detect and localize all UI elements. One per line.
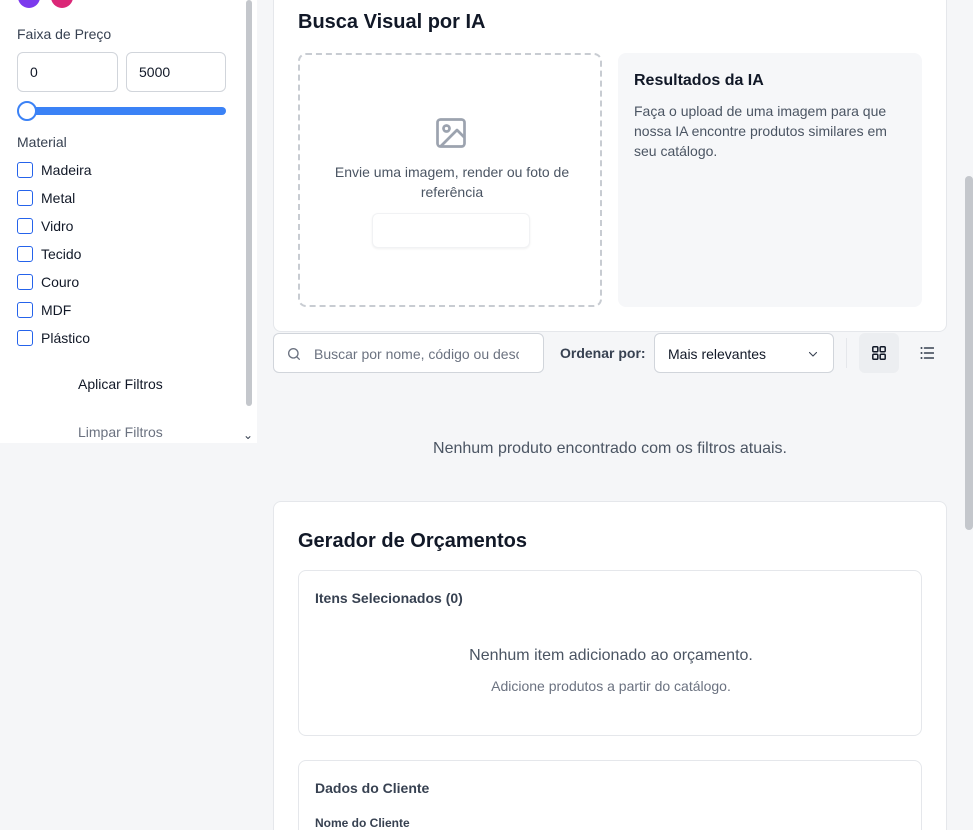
checkbox[interactable] [17, 218, 33, 234]
client-data-title: Dados do Cliente [315, 780, 430, 796]
list-icon [920, 347, 934, 359]
chevron-up-icon[interactable]: ⌃ [964, 0, 972, 5]
price-max-input[interactable] [126, 52, 226, 92]
material-option-label: Tecido [41, 246, 82, 262]
checkbox[interactable] [17, 190, 33, 206]
material-option-mdf[interactable]: MDF [17, 300, 71, 320]
color-swatch-pink[interactable] [51, 0, 73, 8]
image-upload-dropzone[interactable]: Envie uma imagem, render ou foto de refe… [298, 53, 602, 307]
checkbox[interactable] [17, 302, 33, 318]
apply-filters-button[interactable]: Aplicar Filtros [78, 376, 163, 392]
sort-label: Ordenar por: [560, 345, 646, 361]
search-input[interactable] [314, 342, 519, 366]
sidebar-scrollbar[interactable] [246, 0, 252, 406]
page-scrollbar[interactable] [965, 176, 973, 530]
grid-icon [872, 346, 886, 360]
color-swatch-purple[interactable] [18, 0, 40, 8]
search-icon [288, 348, 300, 360]
ai-search-title: Busca Visual por IA [298, 11, 486, 33]
material-option-label: Madeira [41, 162, 92, 178]
price-range-label: Faixa de Preço [17, 26, 112, 42]
checkbox[interactable] [17, 330, 33, 346]
material-option-label: Vidro [41, 218, 74, 234]
empty-items-message: Nenhum item adicionado ao orçamento. [469, 647, 753, 664]
chevron-down-icon[interactable]: ⌄ [243, 428, 253, 442]
selected-items-panel: Itens Selecionados (0) Nenhum item adici… [298, 570, 922, 736]
ai-results-panel: Resultados da IA Faça o upload de uma im… [618, 53, 922, 307]
image-icon [436, 118, 466, 148]
material-option-plastico[interactable]: Plástico [17, 328, 90, 348]
ai-results-description: Faça o upload de uma imagem para que nos… [634, 103, 887, 159]
material-option-label: Metal [41, 190, 76, 206]
chevron-down-icon [808, 351, 818, 357]
clear-filters-button[interactable]: Limpar Filtros [78, 424, 163, 440]
ai-results-title: Resultados da IA [634, 72, 764, 89]
list-view-button[interactable] [907, 333, 947, 373]
checkbox[interactable] [17, 274, 33, 290]
price-min-input[interactable] [17, 52, 118, 92]
price-slider-track[interactable] [18, 107, 226, 115]
material-option-couro[interactable]: Couro [17, 272, 79, 292]
selected-items-title: Itens Selecionados (0) [315, 590, 463, 606]
material-option-label: MDF [41, 302, 72, 318]
material-option-label: Couro [41, 274, 80, 290]
material-label: Material [17, 134, 67, 150]
material-option-vidro[interactable]: Vidro [17, 216, 73, 236]
client-data-panel: Dados do Cliente Nome do Cliente [298, 760, 922, 830]
upload-instructions: Envie uma imagem, render ou foto de refe… [334, 164, 570, 200]
material-option-tecido[interactable]: Tecido [17, 244, 81, 264]
client-name-label: Nome do Cliente [315, 816, 410, 830]
material-option-metal[interactable]: Metal [17, 188, 75, 208]
sort-selected-value: Mais relevantes [668, 346, 767, 362]
quote-title: Gerador de Orçamentos [298, 530, 527, 552]
empty-products-message: Nenhum produto encontrado com os filtros… [433, 440, 787, 457]
checkbox[interactable] [17, 246, 33, 262]
material-option-madeira[interactable]: Madeira [17, 160, 92, 180]
filter-sidebar: Faixa de Preço Material Madeira Metal Vi… [0, 0, 257, 443]
product-search[interactable] [273, 333, 544, 373]
sort-select[interactable]: Mais relevantes [654, 333, 834, 373]
grid-view-button[interactable] [859, 333, 899, 373]
price-slider-thumb[interactable] [17, 101, 37, 121]
upload-button[interactable] [372, 213, 530, 248]
sidebar-background [0, 443, 257, 830]
empty-items-hint: Adicione produtos a partir do catálogo. [491, 678, 731, 694]
checkbox[interactable] [17, 162, 33, 178]
material-option-label: Plástico [41, 330, 91, 346]
toolbar-divider [846, 338, 847, 368]
